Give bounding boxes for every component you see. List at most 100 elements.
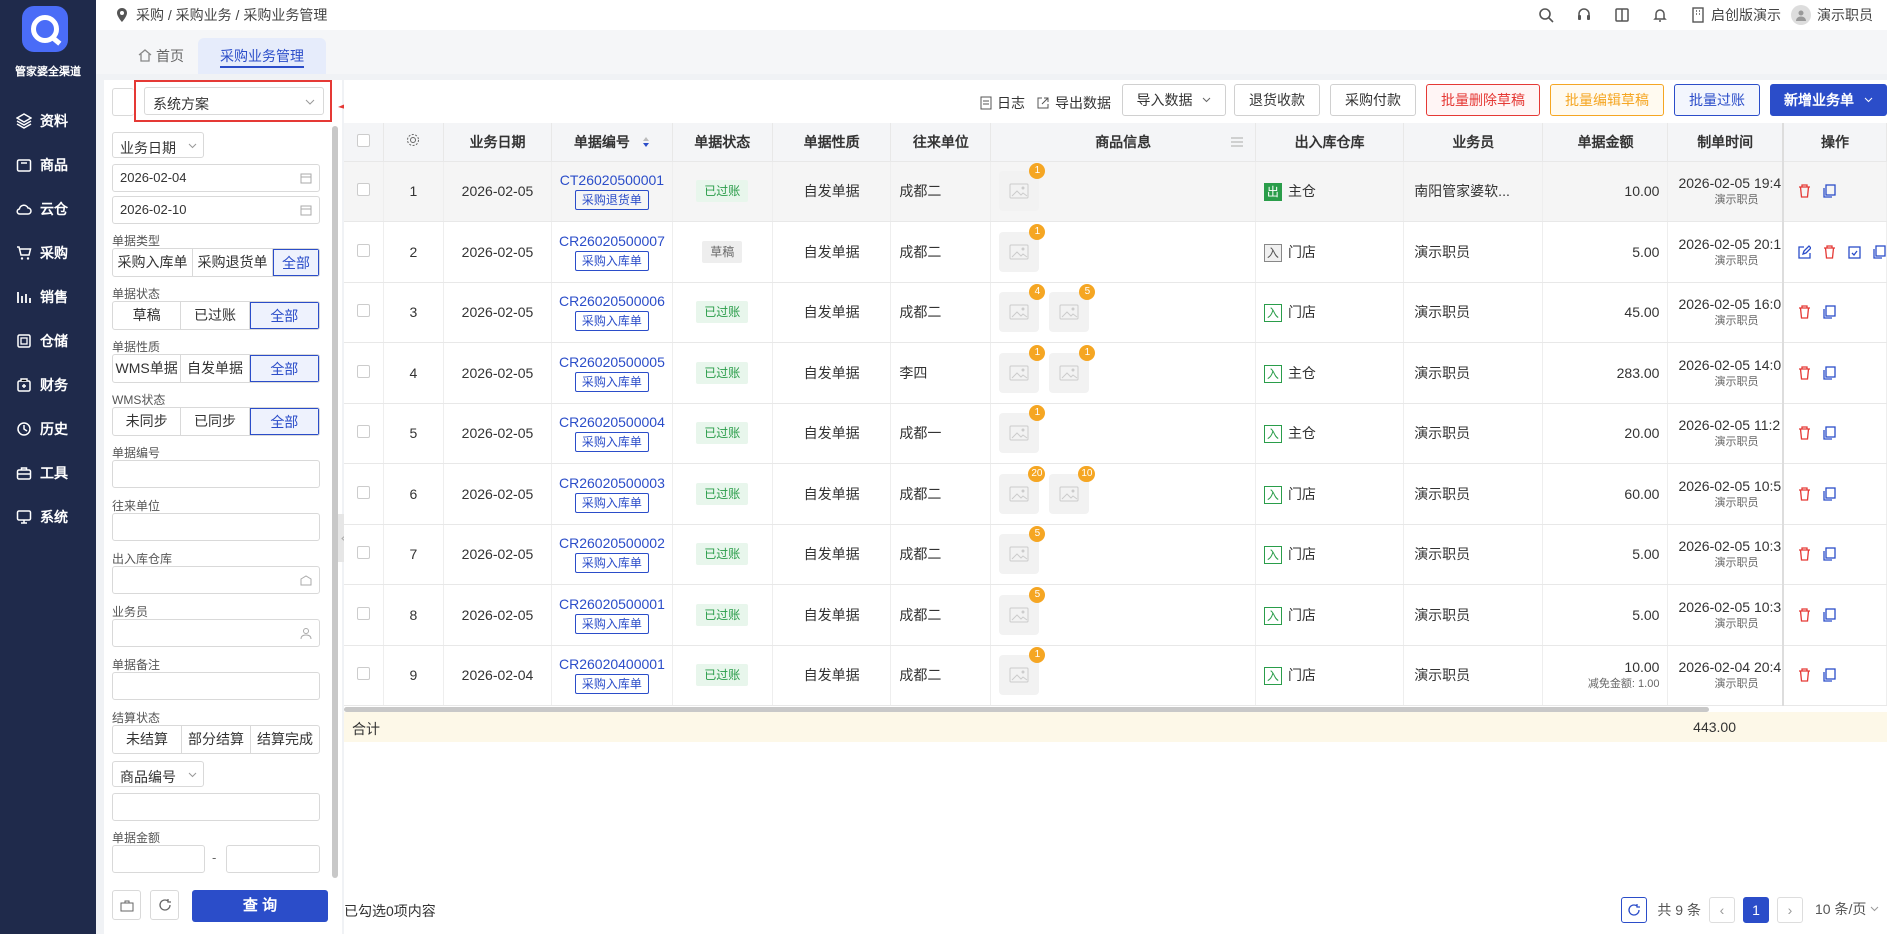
doc-no-link[interactable]: CR26020500005 bbox=[552, 354, 671, 370]
wms-status-option[interactable]: 全部 bbox=[249, 408, 319, 435]
column-header[interactable]: 业务员 bbox=[1403, 123, 1544, 162]
column-header[interactable]: 单据状态 bbox=[672, 123, 773, 162]
product-thumbnail[interactable]: 1 bbox=[999, 163, 1046, 212]
column-header[interactable]: 商品信息 bbox=[990, 123, 1256, 162]
sidebar-item[interactable]: 财务 bbox=[0, 367, 96, 403]
sidebar-item[interactable]: 销售 bbox=[0, 279, 96, 315]
row-checkbox[interactable] bbox=[344, 161, 384, 222]
copy-icon[interactable] bbox=[1823, 426, 1836, 440]
sidebar-item[interactable]: 工具 bbox=[0, 455, 96, 491]
row-checkbox[interactable] bbox=[344, 282, 384, 343]
row-checkbox[interactable] bbox=[344, 463, 384, 525]
doc-no-link[interactable]: CR26020500001 bbox=[552, 596, 671, 612]
delete-icon[interactable] bbox=[1798, 305, 1811, 319]
page-size-select[interactable]: 10 条/页 bbox=[1811, 897, 1887, 923]
row-checkbox[interactable] bbox=[344, 221, 384, 283]
column-header[interactable]: 单据编号 bbox=[551, 123, 673, 162]
column-header[interactable]: 业务日期 bbox=[443, 123, 553, 162]
copy-icon[interactable] bbox=[1823, 668, 1836, 682]
row-checkbox[interactable] bbox=[344, 584, 384, 646]
avatar[interactable] bbox=[1791, 5, 1811, 25]
table-row[interactable]: 1 2026-02-05 CT26020500001 采购退货单 已过账 自发单据 成都二 1… bbox=[344, 161, 1887, 222]
doc-nature-option[interactable]: WMS单据 bbox=[113, 355, 182, 382]
select-all-checkbox[interactable] bbox=[344, 123, 384, 162]
batch-edit-draft-button[interactable]: 批量编辑草稿 bbox=[1550, 84, 1664, 116]
doc-no-link[interactable]: CR26020500002 bbox=[552, 535, 671, 551]
doc-status-option[interactable]: 草稿 bbox=[113, 302, 182, 329]
scheme-icon-button[interactable] bbox=[112, 88, 134, 116]
remark-input[interactable] bbox=[112, 672, 320, 700]
product-thumbnail[interactable]: 10 bbox=[1049, 465, 1096, 514]
doc-no-link[interactable]: CR26020500003 bbox=[552, 475, 671, 491]
user-name[interactable]: 演示职员 bbox=[1817, 5, 1873, 25]
table-row[interactable]: 9 2026-02-04 CR26020400001 采购入库单 已过账 自发单据 成都二 1… bbox=[344, 645, 1887, 706]
amount-min-input[interactable] bbox=[112, 845, 205, 873]
column-header[interactable]: 单据金额 bbox=[1542, 123, 1669, 162]
copy-icon[interactable] bbox=[1823, 184, 1836, 198]
copy-icon[interactable] bbox=[1823, 608, 1836, 622]
query-button[interactable]: 查 询 bbox=[192, 890, 328, 922]
wms-status-option[interactable]: 未同步 bbox=[113, 408, 182, 435]
doc-no-input[interactable] bbox=[112, 460, 320, 488]
table-row[interactable]: 5 2026-02-05 CR26020500004 采购入库单 已过账 自发单据 成都一 1… bbox=[344, 403, 1887, 464]
settle-status-option[interactable]: 部分结算 bbox=[182, 726, 251, 753]
product-thumbnail[interactable]: 1 bbox=[999, 647, 1046, 696]
doc-no-link[interactable]: CT26020500001 bbox=[552, 172, 671, 188]
delete-icon[interactable] bbox=[1798, 608, 1811, 622]
filter-toolbox-button[interactable] bbox=[112, 890, 141, 920]
sidebar-item[interactable]: 历史 bbox=[0, 411, 96, 447]
warehouse-input[interactable] bbox=[112, 566, 320, 594]
sidebar-item[interactable]: 仓储 bbox=[0, 323, 96, 359]
table-row[interactable]: 3 2026-02-05 CR26020500006 采购入库单 已过账 自发单据 成都二 4… bbox=[344, 282, 1887, 343]
menu-icon[interactable] bbox=[1230, 137, 1243, 147]
copy-icon[interactable] bbox=[1873, 245, 1886, 259]
import-data-button[interactable]: 导入数据 bbox=[1122, 84, 1226, 116]
table-row[interactable]: 8 2026-02-05 CR26020500001 采购入库单 已过账 自发单据 成都二 5… bbox=[344, 584, 1887, 646]
product-thumbnail[interactable]: 5 bbox=[1049, 284, 1096, 333]
product-thumbnail[interactable]: 20 bbox=[999, 465, 1046, 514]
row-checkbox[interactable] bbox=[344, 524, 384, 585]
sidebar-item[interactable]: 系统 bbox=[0, 499, 96, 535]
doc-type-option[interactable]: 采购退货单 bbox=[193, 249, 273, 276]
table-row[interactable]: 6 2026-02-05 CR26020500003 采购入库单 已过账 自发单据 成都二 2… bbox=[344, 463, 1887, 525]
filter-reset-button[interactable] bbox=[150, 890, 179, 920]
product-thumbnail[interactable]: 4 bbox=[999, 284, 1046, 333]
amount-max-input[interactable] bbox=[226, 845, 320, 873]
staff-input[interactable] bbox=[112, 619, 320, 647]
sidebar-item[interactable]: 云仓 bbox=[0, 191, 96, 227]
doc-nature-option[interactable]: 全部 bbox=[249, 355, 319, 382]
product-thumbnail[interactable]: 1 bbox=[999, 344, 1046, 393]
tab-purchase-management[interactable]: 采购业务管理 bbox=[198, 38, 326, 74]
product-thumbnail[interactable]: 1 bbox=[999, 223, 1046, 272]
goods-no-input[interactable] bbox=[112, 793, 320, 821]
table-row[interactable]: 2 2026-02-05 CR26020500007 采购入库单 草稿 自发单据 成都二 1 入… bbox=[344, 221, 1887, 283]
partner-input[interactable] bbox=[112, 513, 320, 541]
tab-home[interactable]: 首页 bbox=[116, 38, 206, 74]
batch-delete-draft-button[interactable]: 批量删除草稿 bbox=[1426, 84, 1540, 116]
doc-no-link[interactable]: CR26020500006 bbox=[552, 293, 671, 309]
column-header[interactable]: 制单时间 bbox=[1667, 123, 1784, 162]
copy-icon[interactable] bbox=[1823, 547, 1836, 561]
delete-icon[interactable] bbox=[1798, 668, 1811, 682]
column-header[interactable]: 出入库仓库 bbox=[1255, 123, 1405, 162]
product-thumbnail[interactable]: 5 bbox=[999, 526, 1046, 575]
doc-type-option[interactable]: 全部 bbox=[273, 249, 319, 276]
product-thumbnail[interactable]: 1 bbox=[999, 405, 1046, 454]
headset-icon[interactable] bbox=[1573, 4, 1595, 26]
batch-post-button[interactable]: 批量过账 bbox=[1674, 84, 1760, 116]
refresh-button[interactable] bbox=[1621, 897, 1648, 923]
logo-icon[interactable] bbox=[22, 6, 68, 52]
product-thumbnail[interactable]: 5 bbox=[999, 586, 1046, 635]
row-checkbox[interactable] bbox=[344, 403, 384, 464]
delete-icon[interactable] bbox=[1798, 487, 1811, 501]
table-row[interactable]: 4 2026-02-05 CR26020500005 采购入库单 已过账 自发单据 李四 1 1… bbox=[344, 342, 1887, 404]
settle-status-option[interactable]: 结算完成 bbox=[251, 726, 319, 753]
sidebar-item[interactable]: 资料 bbox=[0, 103, 96, 139]
edit-icon[interactable] bbox=[1798, 244, 1811, 259]
sort-icon[interactable] bbox=[642, 136, 650, 148]
column-header[interactable]: 单据性质 bbox=[772, 123, 892, 162]
wms-status-option[interactable]: 已同步 bbox=[181, 408, 250, 435]
export-button[interactable]: 导出数据 bbox=[1036, 93, 1111, 113]
delete-icon[interactable] bbox=[1798, 426, 1811, 440]
next-page-button[interactable]: › bbox=[1777, 897, 1803, 923]
